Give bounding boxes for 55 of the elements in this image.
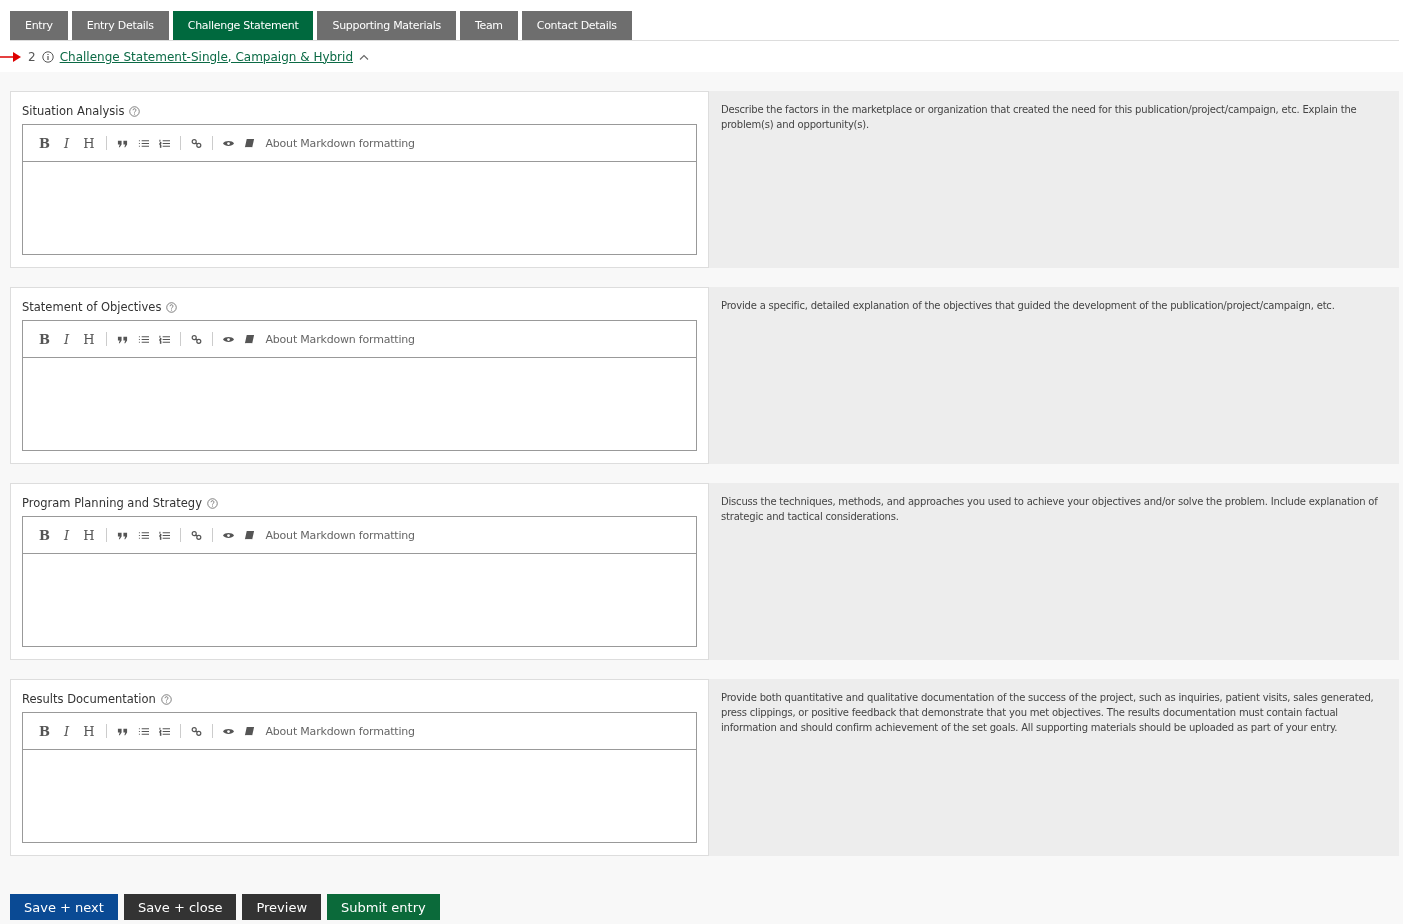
arrow-icon — [0, 51, 22, 62]
book-icon[interactable] — [244, 725, 256, 737]
action-button[interactable]: Save + next — [10, 894, 118, 920]
numbered-list-icon[interactable] — [159, 333, 171, 345]
link-icon[interactable] — [191, 137, 203, 149]
tab[interactable]: Entry Details — [71, 11, 169, 40]
field-label: Results Documentation — [22, 692, 156, 706]
numbered-list-icon[interactable] — [159, 529, 171, 541]
action-button[interactable]: Save + close — [123, 894, 237, 920]
help-text: Discuss the techniques, methods, and approaches you used to achieve your objectives and/or solve the problem. Include explanation of strategic and tactical considerations. — [709, 483, 1399, 660]
info-icon — [41, 50, 54, 63]
bold-button[interactable]: B — [37, 527, 52, 543]
bullet-list-icon[interactable] — [138, 137, 150, 149]
italic-button[interactable]: I — [62, 135, 72, 151]
bullet-list-icon[interactable] — [138, 333, 150, 345]
tab[interactable]: Challenge Statement — [172, 11, 314, 40]
bold-button[interactable]: B — [37, 723, 52, 739]
action-button[interactable]: Submit entry — [327, 894, 440, 920]
bold-button[interactable]: B — [37, 331, 52, 347]
tab[interactable]: Contact Details — [521, 11, 632, 40]
chevron-up-icon[interactable] — [359, 53, 369, 60]
heading-button[interactable]: H — [81, 527, 97, 543]
link-icon[interactable] — [191, 333, 203, 345]
bullet-list-icon[interactable] — [138, 529, 150, 541]
section-number: 2 — [28, 49, 36, 64]
heading-button[interactable]: H — [81, 331, 97, 347]
tab[interactable]: Entry — [10, 11, 68, 40]
help-text: Provide both quantitative and qualitative documentation of the success of the project, such as inquiries, patient visits, sales generated, press clippings, or positive feedback that demonstrate that you met objectives. The results documentation must contain factual information and should confirm achievement of the set goals. All supporting materials should be uploaded as part of your entry. — [709, 679, 1399, 856]
field-label: Statement of Objectives — [22, 300, 162, 314]
book-icon[interactable] — [244, 333, 256, 345]
section-link[interactable]: Challenge Statement-Single, Campaign & Hybrid — [59, 49, 353, 64]
book-icon[interactable] — [244, 137, 256, 149]
markdown-help-link[interactable]: About Markdown formatting — [265, 136, 415, 150]
help-text: Provide a specific, detailed explanation of the objectives that guided the development of the publication/project/campaign, etc. — [709, 287, 1399, 464]
field-label: Situation Analysis — [22, 104, 125, 118]
markdown-help-link[interactable]: About Markdown formatting — [265, 724, 415, 738]
heading-button[interactable]: H — [81, 135, 97, 151]
heading-button[interactable]: H — [81, 723, 97, 739]
action-button[interactable]: Preview — [242, 894, 322, 920]
bold-button[interactable]: B — [37, 135, 52, 151]
italic-button[interactable]: I — [62, 527, 72, 543]
numbered-list-icon[interactable] — [159, 725, 171, 737]
link-icon[interactable] — [191, 725, 203, 737]
link-icon[interactable] — [191, 529, 203, 541]
tab[interactable]: Supporting Materials — [317, 11, 456, 40]
help-text: Describe the factors in the marketplace or organization that created the need for this publication/project/campaign, etc. Explain the problem(s) and opportunity(s). — [709, 91, 1399, 268]
tab[interactable]: Team — [459, 11, 518, 40]
bullet-list-icon[interactable] — [138, 725, 150, 737]
numbered-list-icon[interactable] — [159, 137, 171, 149]
book-icon[interactable] — [244, 529, 256, 541]
italic-button[interactable]: I — [62, 723, 72, 739]
field-label: Program Planning and Strategy — [22, 496, 202, 510]
markdown-help-link[interactable]: About Markdown formatting — [265, 332, 415, 346]
italic-button[interactable]: I — [62, 331, 72, 347]
markdown-help-link[interactable]: About Markdown formatting — [265, 528, 415, 542]
